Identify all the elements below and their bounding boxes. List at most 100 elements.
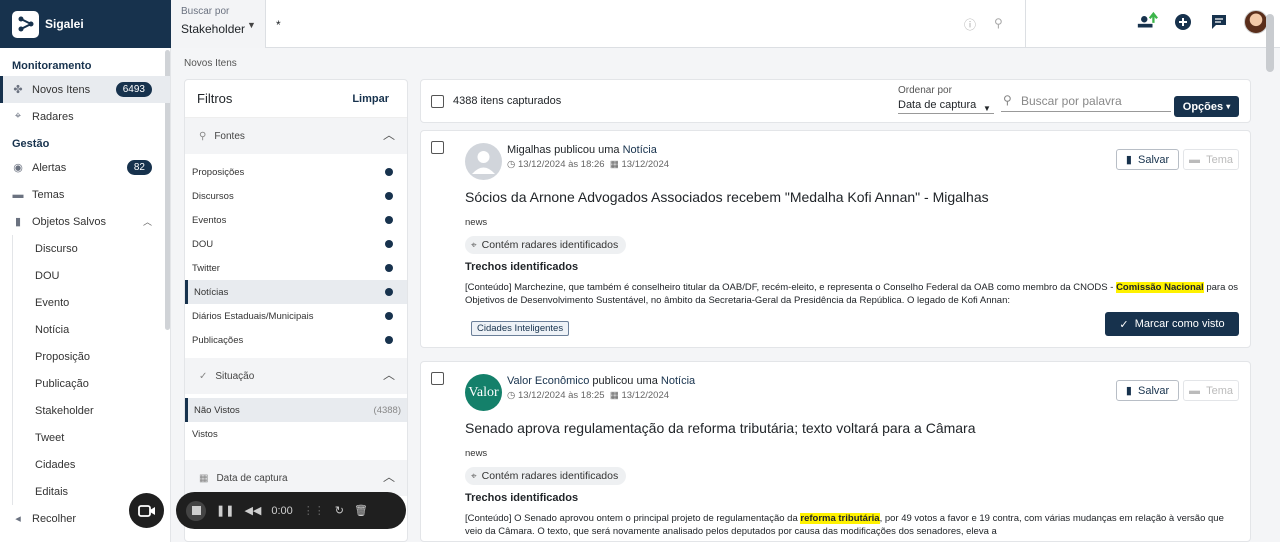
filter-option-discursos[interactable]: Discursos [185, 184, 407, 208]
app-logo[interactable]: Sigalei [0, 0, 171, 48]
options-button[interactable]: Opções ▾ [1174, 96, 1239, 117]
sidebar-item-label: Objetos Salvos [32, 215, 106, 228]
publish-date: 13/12/2024 [621, 390, 670, 401]
source-name[interactable]: Valor Econômico [507, 375, 589, 387]
sidebar-item-alertas[interactable]: ◉ Alertas 82 [0, 154, 170, 181]
item-checkbox[interactable] [431, 372, 444, 385]
section-gestao: Gestão [12, 138, 50, 150]
chevron-up-icon[interactable]: ︿ [143, 215, 152, 228]
filter-option-label: DOU [192, 238, 214, 250]
pause-icon[interactable]: ❚❚ [216, 504, 234, 517]
filter-option-dou[interactable]: DOU [185, 232, 407, 256]
folder-plus-icon: ▬ [1188, 384, 1200, 397]
save-label: Salvar [1138, 384, 1170, 397]
search-icon[interactable]: ⚲ [994, 16, 1003, 30]
theme-tag[interactable]: Cidades Inteligentes [471, 321, 570, 336]
item-type: news [465, 448, 488, 459]
caret-down-icon: ▼ [247, 20, 256, 30]
filter-option-label: Não Vistos [194, 404, 240, 416]
filter-option-proposicoes[interactable]: Proposições [185, 160, 407, 184]
filter-dot [385, 168, 393, 176]
filter-option-vistos[interactable]: Vistos [185, 422, 407, 446]
sidebar-subitem-noticia[interactable]: Notícia [12, 316, 170, 343]
item-kind-link[interactable]: Notícia [623, 144, 657, 156]
filter-option-eventos[interactable]: Eventos [185, 208, 407, 232]
filter-group-situacao[interactable]: ✓ Situação ︿ [185, 358, 407, 394]
sidebar-item-radares[interactable]: ⌖ Radares [0, 103, 170, 130]
item-kind-link[interactable]: Notícia [661, 375, 695, 387]
camera-icon[interactable] [129, 493, 164, 528]
filter-group-fontes[interactable]: ⚲ Fontes ︿ [185, 118, 407, 154]
sidebar-subitem-publicacao[interactable]: Publicação [12, 370, 170, 397]
filter-option-label: Publicações [192, 334, 244, 346]
theme-button[interactable]: ▬ Tema [1183, 380, 1239, 401]
search-icon: ⚲ [1003, 93, 1012, 107]
save-button[interactable]: ▮ Salvar [1116, 380, 1179, 401]
select-all-checkbox[interactable] [431, 95, 444, 108]
clear-filters-button[interactable]: Limpar [352, 93, 389, 105]
item-title[interactable]: Senado aprova regulamentação da reforma … [465, 420, 976, 436]
chip-label: Contém radares identificados [481, 470, 619, 482]
stop-button[interactable] [186, 500, 206, 521]
sidebar-subitem-evento[interactable]: Evento [12, 289, 170, 316]
sidebar-item-label: Alertas [32, 161, 67, 174]
chat-icon[interactable] [1208, 11, 1230, 33]
sidebar-item-temas[interactable]: ▬ Temas [0, 181, 170, 208]
filter-option-diarios[interactable]: Diários Estaduais/Municipais [185, 304, 407, 328]
news-card[interactable]: Valor Valor Econômico publicou uma Notíc… [420, 361, 1251, 542]
filter-option-twitter[interactable]: Twitter [185, 256, 407, 280]
rewind-icon[interactable]: ◀◀ [244, 504, 261, 517]
clock-icon: ◷ [507, 159, 516, 170]
sidebar-subitem-stakeholder[interactable]: Stakeholder [12, 397, 170, 424]
theme-label: Tema [1206, 153, 1234, 166]
add-icon[interactable] [1172, 11, 1194, 33]
page-scrollbar[interactable] [1266, 14, 1274, 72]
save-button[interactable]: ▮ Salvar [1116, 149, 1179, 170]
sidebar-subitem-cidades[interactable]: Cidades [12, 451, 170, 478]
import-upload-icon[interactable] [1136, 11, 1158, 33]
publish-date: 13/12/2024 [621, 159, 670, 170]
sidebar-item-novos-itens[interactable]: ✤ Novos Itens 6493 [0, 76, 170, 103]
search-input[interactable]: * ⓘ ⚲ [266, 0, 1026, 48]
collapse-icon: ◂ [15, 513, 21, 525]
trash-icon[interactable]: 🗑 [354, 504, 368, 517]
collapse-label: Recolher [32, 512, 77, 525]
filter-option-noticias[interactable]: Notícias [185, 280, 407, 304]
grip-icon[interactable]: ⋮⋮ [303, 504, 325, 517]
sidebar-item-label: Novos Itens [32, 83, 91, 96]
order-select[interactable]: Ordenar por Data de captura ▼ [898, 85, 994, 114]
item-title[interactable]: Sócios da Arnone Advogados Associados re… [465, 189, 989, 205]
sigalei-logo-icon [12, 10, 39, 38]
avatar[interactable] [1244, 10, 1268, 34]
sidebar-item-objetos-salvos[interactable]: ▮ Objetos Salvos ︿ [0, 208, 170, 235]
news-card[interactable]: Migalhas publicou uma Notícia ◷ 13/12/20… [420, 130, 1251, 348]
filter-dot [385, 288, 393, 296]
dates: ◷ 13/12/2024 às 18:25 ▦ 13/12/2024 [507, 390, 669, 401]
search-by-select[interactable]: Buscar por Stakeholder ▼ [171, 0, 266, 48]
item-checkbox[interactable] [431, 141, 444, 154]
nodes-icon: ✤ [13, 84, 23, 96]
radar-icon: ⌖ [471, 470, 477, 482]
sidebar-subitem-proposicao[interactable]: Proposição [12, 343, 170, 370]
sidebar-subitem-dou[interactable]: DOU [12, 262, 170, 289]
filter-group-title: Data de captura [216, 472, 288, 484]
theme-button[interactable]: ▬ Tema [1183, 149, 1239, 170]
recording-time: 0:00 [271, 504, 293, 517]
sidebar-subitem-discurso[interactable]: Discurso [12, 235, 170, 262]
source-name[interactable]: Migalhas [507, 144, 551, 156]
section-monitoramento: Monitoramento [12, 60, 92, 72]
radar-chip[interactable]: ⌖ Contém radares identificados [465, 467, 627, 485]
mark-seen-button[interactable]: ✓ Marcar como visto [1105, 312, 1239, 336]
check-icon: ✓ [1119, 318, 1129, 331]
filter-option-publicacoes[interactable]: Publicações [185, 328, 407, 352]
order-label: Ordenar por [898, 85, 952, 96]
filter-option-nao-vistos[interactable]: Não Vistos (4388) [185, 398, 407, 422]
count-badge: 82 [126, 160, 152, 175]
info-icon[interactable]: ⓘ [964, 16, 976, 33]
filters-panel: Filtros Limpar ⚲ Fontes ︿ Proposições Di… [184, 79, 408, 542]
filter-group-data[interactable]: ▦ Data de captura ︿ [185, 460, 407, 496]
restart-icon[interactable]: ↻ [335, 504, 344, 517]
radar-chip[interactable]: ⌖ Contém radares identificados [465, 236, 627, 254]
sidebar-subitem-tweet[interactable]: Tweet [12, 424, 170, 451]
keyword-search-input[interactable]: ⚲ Buscar por palavra [1001, 93, 1171, 112]
